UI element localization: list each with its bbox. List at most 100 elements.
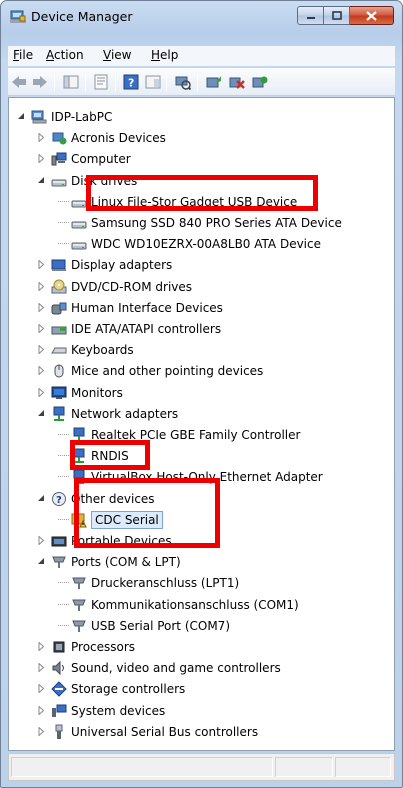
expand-arrow-icon[interactable] [37,303,46,312]
tree-node-dvd-cdrom-drives[interactable]: DVD/CD-ROM drives [38,276,193,297]
expand-arrow-icon[interactable] [37,154,46,163]
expand-arrow-icon[interactable] [37,536,46,545]
back-button[interactable] [11,74,27,90]
tree-node-usb-controllers[interactable]: Universal Serial Bus controllers [38,721,259,742]
expand-arrow-icon[interactable] [37,684,46,693]
tree-node-label: Processors [71,639,136,654]
ide-controller-icon [51,321,67,337]
port-icon [71,575,87,591]
unknown-device-icon: ? [51,491,67,507]
properties-button[interactable] [93,74,109,90]
mouse-icon [51,363,67,379]
tree-node-label: IDE ATA/ATAPI controllers [71,321,222,336]
tree-node-samsung-ssd[interactable]: Samsung SSD 840 PRO Series ATA Device [58,212,342,233]
tree-node-human-interface-devices[interactable]: Human Interface Devices [38,297,223,318]
expand-arrow-icon[interactable] [37,663,46,672]
tree-node-acronis-devices[interactable]: Acronis Devices [38,127,166,148]
tree-node-label: Kommunikationsanschluss (COM1) [91,597,299,612]
tree-node-label: Samsung SSD 840 PRO Series ATA Device [91,215,342,230]
help-button[interactable]: ? [123,74,139,90]
close-icon [366,10,377,21]
tree-node-root[interactable]: IDP-LabPC [18,106,112,127]
forward-button[interactable] [32,74,48,90]
tree-node-network-adapters[interactable]: Network adapters [38,403,179,424]
keyboard-icon [51,342,67,358]
tree-node-monitors[interactable]: Monitors [38,382,123,403]
console-tree-icon [63,75,79,89]
device-manager-icon [10,10,26,24]
view-button[interactable] [145,74,161,90]
toolbar: ? [8,68,395,96]
close-button[interactable] [350,6,394,25]
tree-node-label: Network adapters [71,406,179,421]
network-adapter-icon [51,406,67,422]
expand-arrow-icon[interactable] [37,388,46,397]
tree-node-ide-ata-atapi-controllers[interactable]: IDE ATA/ATAPI controllers [38,318,222,339]
tree-node-ports-com-lpt[interactable]: Ports (COM & LPT) [38,551,181,572]
minimize-icon [306,16,315,19]
expand-arrow-icon[interactable] [37,706,46,715]
tree-node-label: System devices [71,703,166,718]
highlight-box-linux-gadget [86,175,318,211]
hid-icon [51,300,67,316]
collapse-arrow-icon[interactable] [37,409,46,418]
tree-node-mice-pointing-devices[interactable]: Mice and other pointing devices [38,360,264,381]
display-adapter-icon [51,257,67,273]
scan-hardware-button[interactable] [175,74,191,90]
tree-node-system-devices[interactable]: System devices [38,700,166,721]
tree-node-wdc-hdd[interactable]: WDC WD10EZRX-00A8LB0 ATA Device [58,233,321,254]
menu-view[interactable]: View [103,48,131,62]
menu-action[interactable]: Action [46,48,84,62]
expand-arrow-icon[interactable] [37,133,46,142]
tree-node-processors[interactable]: Processors [38,636,136,657]
menu-file[interactable]: File [13,48,33,62]
tree-node-label: Acronis Devices [71,130,166,145]
expand-arrow-icon[interactable] [37,727,46,736]
collapse-arrow-icon[interactable] [37,494,46,503]
title-bar[interactable]: Device Manager [1,1,402,33]
storage-controller-icon [51,680,67,697]
enable-device-button[interactable] [252,74,268,90]
tree-node-label: Storage controllers [71,681,186,696]
tree-node-label: DVD/CD-ROM drives [71,279,193,294]
forward-arrow-icon [33,76,47,88]
status-cell-2 [275,757,333,777]
collapse-arrow-icon[interactable] [37,176,46,185]
tree-node-computer[interactable]: Computer [38,148,131,169]
maximize-button[interactable] [324,6,350,25]
tree-node-keyboards[interactable]: Keyboards [38,339,134,360]
tree-node-usb-serial-port-com7[interactable]: USB Serial Port (COM7) [58,615,230,636]
tree-node-label: USB Serial Port (COM7) [91,618,230,633]
minimize-button[interactable] [297,6,324,25]
tree-node-label: Ports (COM & LPT) [71,554,181,569]
expand-arrow-icon[interactable] [37,324,46,333]
tree-node-label: Sound, video and game controllers [71,660,281,675]
tree-node-label: Mice and other pointing devices [71,363,264,378]
sound-icon [51,660,67,676]
hard-disk-icon [71,215,87,231]
tree-node-sound-video-game-controllers[interactable]: Sound, video and game controllers [38,657,281,678]
update-driver-button[interactable] [206,74,222,90]
collapse-arrow-icon[interactable] [17,112,26,121]
tree-node-druckeranschluss-lpt1[interactable]: Druckeranschluss (LPT1) [58,572,239,593]
expand-arrow-icon[interactable] [37,642,46,651]
tree-node-display-adapters[interactable]: Display adapters [38,254,172,275]
tree-node-label: Universal Serial Bus controllers [71,724,259,739]
collapse-arrow-icon[interactable] [37,557,46,566]
svg-text:?: ? [56,495,62,506]
port-icon [71,618,87,634]
status-cell-3 [335,757,391,777]
tree-node-label: WDC WD10EZRX-00A8LB0 ATA Device [91,236,321,251]
menu-help[interactable]: Help [151,48,178,62]
show-hide-console-tree-button[interactable] [63,74,79,90]
uninstall-button[interactable] [229,74,245,90]
tree-node-kommunikationsanschluss-com1[interactable]: Kommunikationsanschluss (COM1) [58,594,299,615]
help-icon: ? [123,74,139,90]
expand-arrow-icon[interactable] [37,345,46,354]
expand-arrow-icon[interactable] [37,282,46,291]
tree-node-label: Computer [71,151,131,166]
view-icon [145,75,161,89]
expand-arrow-icon[interactable] [37,260,46,269]
expand-arrow-icon[interactable] [37,366,46,375]
tree-node-storage-controllers[interactable]: Storage controllers [38,678,186,699]
